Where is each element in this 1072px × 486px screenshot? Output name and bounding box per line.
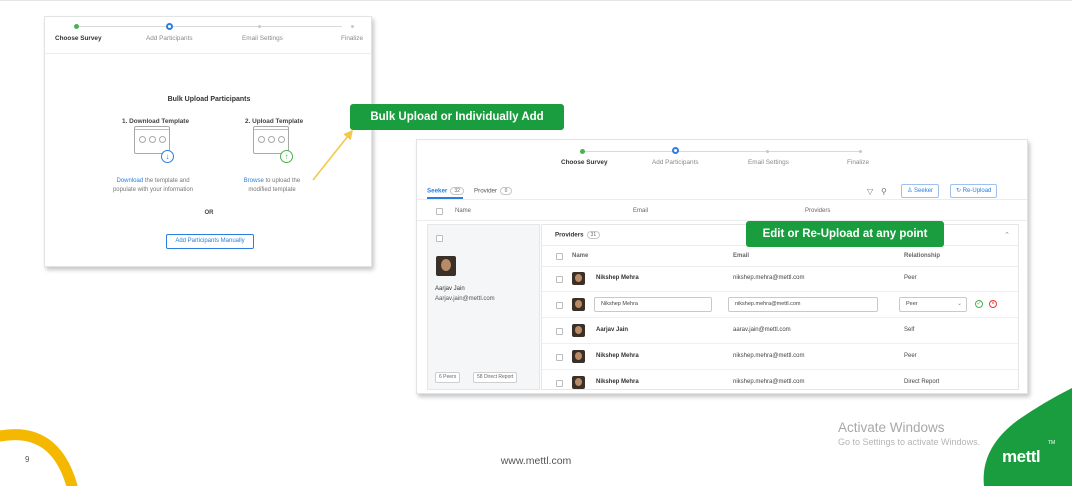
step-email-settings[interactable]: Email Settings — [748, 159, 789, 166]
select-all-checkbox[interactable] — [436, 208, 443, 215]
step-active-icon — [672, 147, 679, 154]
providers-count: 31 — [586, 231, 601, 239]
tab-provider-label: Provider — [474, 187, 498, 195]
seeker-button-label: Seeker — [914, 188, 934, 194]
step-finalize[interactable]: Finalize — [847, 159, 869, 166]
provider-row-editing[interactable]: Nikshep Mehra nikshep.mehra@mettl.com Pe… — [542, 292, 1018, 318]
participants-card: Choose Survey Add Participants Email Set… — [416, 139, 1028, 394]
stepper: Choose Survey Add Participants Email Set… — [417, 140, 1027, 170]
search-icon[interactable]: ⚲ — [881, 187, 887, 196]
column-providers: Providers — [805, 208, 831, 214]
providers-select-all-checkbox[interactable] — [556, 253, 563, 260]
provider-row[interactable]: Aarjav Jain aarav.jain@mettl.com Self — [542, 318, 1018, 344]
cancel-row-icon[interactable]: × — [989, 300, 997, 308]
step-choose-survey[interactable]: Choose Survey — [561, 159, 608, 166]
tab-provider[interactable]: Provider 0 — [474, 187, 513, 195]
provider-row[interactable]: Nikshep Mehra nikshep.mehra@mettl.com Pe… — [542, 266, 1018, 292]
providers-title: Providers 31 — [555, 231, 601, 239]
row-checkbox[interactable] — [556, 302, 563, 309]
step-done-icon — [580, 149, 585, 154]
user-icon: ♙ — [907, 188, 915, 194]
row-checkbox[interactable] — [556, 328, 563, 335]
row-checkbox[interactable] — [556, 354, 563, 361]
step-add-participants[interactable]: Add Participants — [652, 159, 699, 166]
callout-bulk-upload: Bulk Upload or Individually Add — [350, 104, 564, 130]
avatar — [572, 272, 585, 285]
relationship-select-value: Peer — [906, 301, 918, 307]
peers-badge[interactable]: 6 Peers — [435, 372, 461, 383]
provider-name: Nikshep Mehra — [596, 275, 639, 281]
provider-email: nikshep.mehra@mettl.com — [733, 275, 805, 281]
logo-trademark: TM — [1048, 440, 1056, 446]
seeker-panel: Aarjav Jain Aarjav.jain@mettl.com 6 Peer… — [427, 224, 540, 390]
tab-provider-count: 0 — [500, 187, 513, 195]
provider-relationship: Peer — [904, 275, 917, 281]
provider-relationship: Self — [904, 327, 915, 333]
row-checkbox[interactable] — [556, 380, 563, 387]
avatar — [572, 298, 585, 311]
step-todo-icon — [859, 150, 862, 153]
avatar — [436, 256, 456, 276]
provider-name: Aarjav Jain — [596, 327, 629, 333]
reupload-button-label: Re-Upload — [962, 188, 992, 194]
providers-title-label: Providers — [555, 231, 584, 239]
relationship-select[interactable]: Peer ⌄ — [899, 297, 967, 312]
activate-windows-subtitle: Go to Settings to activate Windows. — [838, 437, 981, 447]
provider-name: Nikshep Mehra — [596, 379, 639, 385]
provider-name: Nikshep Mehra — [596, 353, 639, 359]
provider-name-input[interactable]: Nikshep Mehra — [594, 297, 712, 312]
avatar — [572, 324, 585, 337]
seeker-checkbox[interactable] — [436, 235, 443, 242]
column-name: Name — [455, 208, 472, 214]
avatar — [572, 350, 585, 363]
activate-windows-title: Activate Windows — [838, 420, 945, 435]
provider-email: nikshep.mehra@mettl.com — [733, 353, 805, 359]
stepper-line — [583, 151, 861, 152]
provider-relationship: Peer — [904, 353, 917, 359]
seeker-name: Aarjav Jain — [435, 286, 465, 292]
collapse-chevron-icon[interactable]: ⌃ — [1004, 231, 1010, 239]
provider-email: nikshep.mehra@mettl.com — [733, 379, 805, 385]
provider-column-name: Name — [572, 253, 589, 259]
provider-column-email: Email — [733, 253, 750, 259]
mettl-logo-shape — [983, 388, 1072, 486]
footer-url: www.mettl.com — [500, 455, 572, 467]
tab-seeker-label: Seeker — [427, 187, 448, 195]
row-checkbox[interactable] — [556, 276, 563, 283]
decorative-arc — [0, 429, 78, 486]
provider-row[interactable]: Nikshep Mehra nikshep.mehra@mettl.com Pe… — [542, 344, 1018, 370]
direct-report-badge[interactable]: 58 Direct Report — [473, 372, 518, 383]
providers-panel: Providers 31 ⌃ Name Email Relationship Ni… — [541, 224, 1019, 390]
tab-seeker[interactable]: Seeker 32 — [427, 187, 464, 195]
avatar — [572, 376, 585, 389]
provider-row[interactable]: Nikshep Mehra nikshep.mehra@mettl.com Di… — [542, 370, 1018, 393]
divider — [417, 199, 1027, 200]
provider-relationship: Direct Report — [904, 379, 940, 385]
provider-email-input[interactable]: nikshep.mehra@mettl.com — [728, 297, 878, 312]
arrow-bulk-upload — [312, 129, 353, 181]
filter-icon[interactable]: ▽ — [867, 187, 873, 196]
provider-email: aarav.jain@mettl.com — [733, 327, 791, 333]
tab-seeker-count: 32 — [450, 187, 464, 195]
mettl-logo: mettl — [1002, 447, 1041, 466]
save-row-icon[interactable]: ✓ — [975, 300, 983, 308]
refresh-icon: ↻ — [956, 188, 963, 194]
callout-edit-reupload: Edit or Re-Upload at any point — [746, 221, 944, 247]
seeker-email: Aarjav.jain@mettl.com — [435, 296, 495, 302]
chevron-down-icon: ⌄ — [956, 301, 962, 307]
provider-column-relationship: Relationship — [904, 253, 941, 259]
column-email: Email — [633, 208, 649, 214]
seeker-button[interactable]: ♙ Seeker — [901, 184, 940, 198]
step-todo-icon — [766, 150, 769, 153]
reupload-button[interactable]: ↻ Re-Upload — [950, 184, 998, 198]
